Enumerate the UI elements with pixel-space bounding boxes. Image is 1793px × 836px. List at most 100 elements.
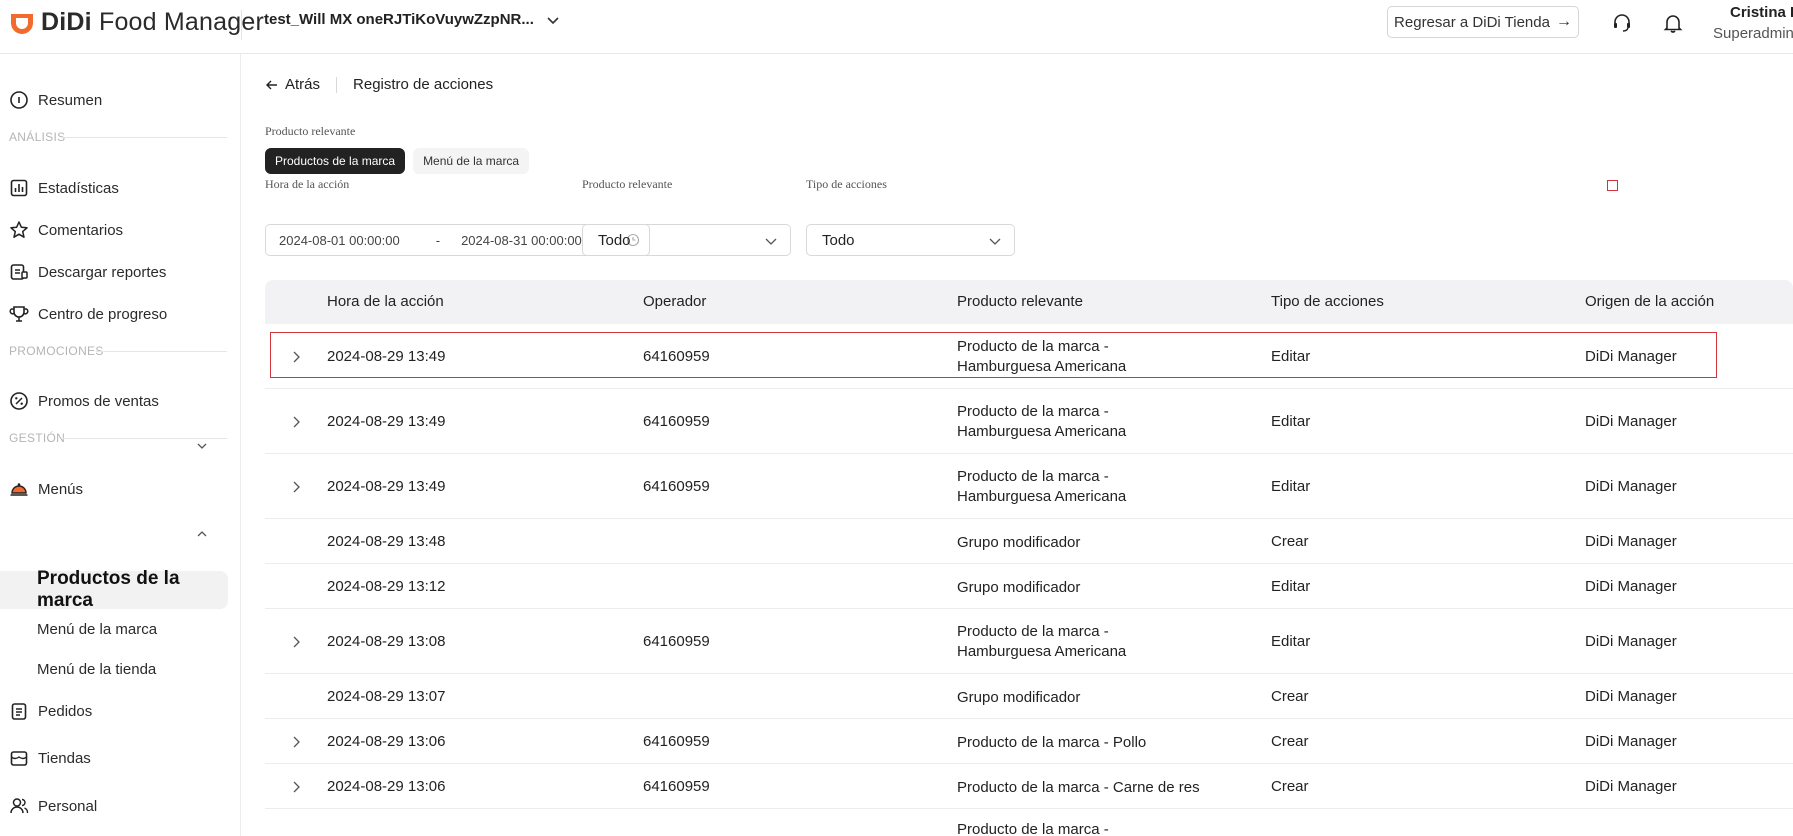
table-header: Hora de la acción Operador Producto rele… bbox=[265, 280, 1793, 324]
cell-time: 2024-08-29 13:06 bbox=[327, 733, 446, 750]
sidebar-item-centro-progreso[interactable]: Centro de progreso bbox=[9, 304, 167, 324]
sidebar-item-label: Menús bbox=[38, 480, 84, 498]
cell-time: 2024-08-29 13:48 bbox=[327, 533, 446, 550]
store-selector[interactable]: test_Will MX oneRJTiKoVuywZzpNR... bbox=[264, 11, 560, 28]
breadcrumb-divider bbox=[336, 76, 338, 93]
logo-product: Food Manager bbox=[98, 8, 264, 36]
notification-bell-icon[interactable] bbox=[1662, 12, 1684, 34]
sidebar-item-menus[interactable]: Menús bbox=[9, 479, 83, 499]
chevron-right-icon[interactable] bbox=[289, 350, 303, 364]
product-filter-select[interactable]: Todo bbox=[582, 224, 791, 256]
cell-type: Crear bbox=[1271, 733, 1309, 750]
section-divider bbox=[62, 438, 227, 439]
cell-product: Producto de la marca - Hamburguesa Ameri… bbox=[957, 403, 1127, 440]
column-header-type: Tipo de acciones bbox=[1271, 293, 1384, 310]
home-icon bbox=[10, 91, 28, 109]
didi-logo-icon bbox=[11, 13, 33, 34]
sidebar-item-personal[interactable]: Personal bbox=[9, 796, 97, 816]
cell-origin: DiDi Manager bbox=[1585, 733, 1677, 750]
user-role: Superadminis bbox=[1713, 25, 1793, 42]
chevron-down-icon[interactable] bbox=[196, 440, 208, 452]
back-link[interactable]: Atrás bbox=[265, 76, 320, 93]
sidebar-item-pedidos[interactable]: Pedidos bbox=[9, 701, 92, 721]
table-row: 2024-08-29 13:12 Grupo modificador Editar D… bbox=[265, 564, 1793, 609]
sidebar-item-menu-tienda[interactable]: Menú de la tienda bbox=[37, 661, 156, 678]
sidebar-item-productos-marca[interactable]: Productos de la marca bbox=[0, 568, 228, 611]
cell-origin: DiDi Manager bbox=[1585, 478, 1677, 495]
cell-time: 2024-08-29 13:49 bbox=[327, 348, 446, 365]
sidebar-item-label: Tiendas bbox=[38, 749, 91, 767]
sidebar-item-label: Estadísticas bbox=[38, 179, 119, 197]
cell-operator: 64160959 bbox=[643, 733, 710, 750]
chevron-right-icon[interactable] bbox=[289, 415, 303, 429]
segment-productos-marca[interactable]: Productos de la marca bbox=[265, 148, 406, 174]
sidebar-item-label: Comentarios bbox=[38, 221, 124, 239]
cell-type: Editar bbox=[1271, 633, 1311, 650]
table-row[interactable]: 2024-08-29 13:49 64160959 Producto de la m… bbox=[265, 454, 1793, 519]
chevron-right-icon[interactable] bbox=[289, 780, 303, 794]
sidebar-item-promos-ventas[interactable]: Promos de ventas bbox=[9, 391, 159, 411]
table-row[interactable]: 2024-08-29 13:06 64160959 Producto de la m… bbox=[265, 719, 1793, 764]
type-filter-select[interactable]: Todo bbox=[806, 224, 1015, 256]
cell-origin: DiDi Manager bbox=[1585, 778, 1677, 795]
chart-icon bbox=[10, 179, 28, 197]
section-divider bbox=[62, 137, 227, 138]
sidebar-item-descargar-reportes[interactable]: Descargar reportes bbox=[9, 262, 166, 282]
sidebar-item-label: Promos de ventas bbox=[38, 392, 159, 410]
headset-support-icon[interactable] bbox=[1611, 12, 1633, 34]
chevron-right-icon[interactable] bbox=[289, 635, 303, 649]
cell-origin: DiDi Manager bbox=[1585, 348, 1677, 365]
cell-time: 2024-08-29 13:06 bbox=[327, 778, 446, 795]
cell-product: Grupo modificador bbox=[957, 689, 1081, 706]
chevron-up-icon[interactable] bbox=[196, 528, 208, 540]
sidebar-item-label: Descargar reportes bbox=[38, 263, 167, 281]
column-header-origin: Origen de la acción bbox=[1585, 293, 1715, 310]
discount-icon bbox=[10, 392, 28, 410]
sidebar-item-comentarios[interactable]: Comentarios bbox=[9, 220, 123, 240]
cloche-icon bbox=[10, 483, 28, 496]
sidebar-item-menu-marca[interactable]: Menú de la marca bbox=[37, 621, 157, 638]
cell-time: 2024-08-29 13:08 bbox=[327, 633, 446, 650]
didi-food-logo[interactable]: DiDi Food Manager bbox=[9, 8, 264, 37]
product-type-toggle: Productos de la marca Menú de la marca bbox=[265, 148, 537, 174]
type-filter-value: Todo bbox=[822, 231, 855, 249]
action-log-table: Hora de la acción Operador Producto rele… bbox=[265, 280, 1793, 836]
table-body: 2024-08-29 13:49 64160959 Producto de la m… bbox=[265, 324, 1793, 836]
sidebar-item-estadisticas[interactable]: Estadísticas bbox=[9, 178, 119, 198]
chevron-down-icon bbox=[765, 238, 777, 245]
annotation-marker bbox=[1607, 180, 1618, 191]
cell-product: Producto de la marca - Hamburguesa Ameri… bbox=[957, 623, 1127, 660]
sidebar-item-label: Productos de la marca bbox=[37, 568, 180, 611]
chevron-down-icon bbox=[547, 16, 559, 24]
table-row[interactable]: 2024-08-29 13:06 64160959 Producto de la m… bbox=[265, 764, 1793, 809]
table-row: 2024-08-29 13:07 Grupo modificador Crear Di… bbox=[265, 674, 1793, 719]
cell-time: 2024-08-29 13:12 bbox=[327, 578, 446, 595]
breadcrumb: Atrás Registro de acciones bbox=[265, 76, 493, 93]
back-to-store-button[interactable]: Regresar a DiDi Tienda → bbox=[1387, 6, 1579, 38]
table-row[interactable]: 2024-08-29 13:49 64160959 Producto de la m… bbox=[265, 324, 1793, 389]
store-name: test_Will MX oneRJTiKoVuywZzpNR... bbox=[264, 11, 534, 28]
table-row[interactable]: 2024-08-29 13:08 64160959 Producto de la m… bbox=[265, 609, 1793, 674]
page-title: Registro de acciones bbox=[353, 76, 494, 93]
sidebar-item-tiendas[interactable]: Tiendas bbox=[9, 748, 91, 768]
product-filter-label: Producto relevante bbox=[582, 177, 673, 191]
section-promociones: PROMOCIONES bbox=[9, 344, 104, 358]
cell-origin: DiDi Manager bbox=[1585, 633, 1677, 650]
chevron-down-icon bbox=[989, 238, 1001, 245]
chevron-right-icon[interactable] bbox=[289, 735, 303, 749]
table-row[interactable]: 2024-08-29 13:49 64160959 Producto de la m… bbox=[265, 389, 1793, 454]
clipboard-icon bbox=[11, 703, 27, 720]
cell-product: Producto de la marca - Hamburguesa Ameri… bbox=[957, 338, 1127, 375]
table-row: 2024-08-29 13:48 Grupo modificador Crear Di… bbox=[265, 519, 1793, 564]
cell-operator: 64160959 bbox=[643, 633, 710, 650]
back-to-store-label: Regresar a DiDi Tienda bbox=[1394, 13, 1550, 31]
cell-product: Grupo modificador bbox=[957, 579, 1081, 596]
user-name[interactable]: Cristina De bbox=[1730, 4, 1793, 21]
sidebar-item-resumen[interactable]: Resumen bbox=[9, 90, 102, 110]
segment-menu-marca[interactable]: Menú de la marca bbox=[413, 148, 530, 174]
sidebar: Resumen ANÁLISIS Estadísticas Comentario… bbox=[0, 54, 241, 836]
cell-type: Crear bbox=[1271, 778, 1309, 795]
chevron-right-icon[interactable] bbox=[289, 480, 303, 494]
report-download-icon bbox=[10, 264, 28, 280]
cell-product: Grupo modificador bbox=[957, 534, 1081, 551]
